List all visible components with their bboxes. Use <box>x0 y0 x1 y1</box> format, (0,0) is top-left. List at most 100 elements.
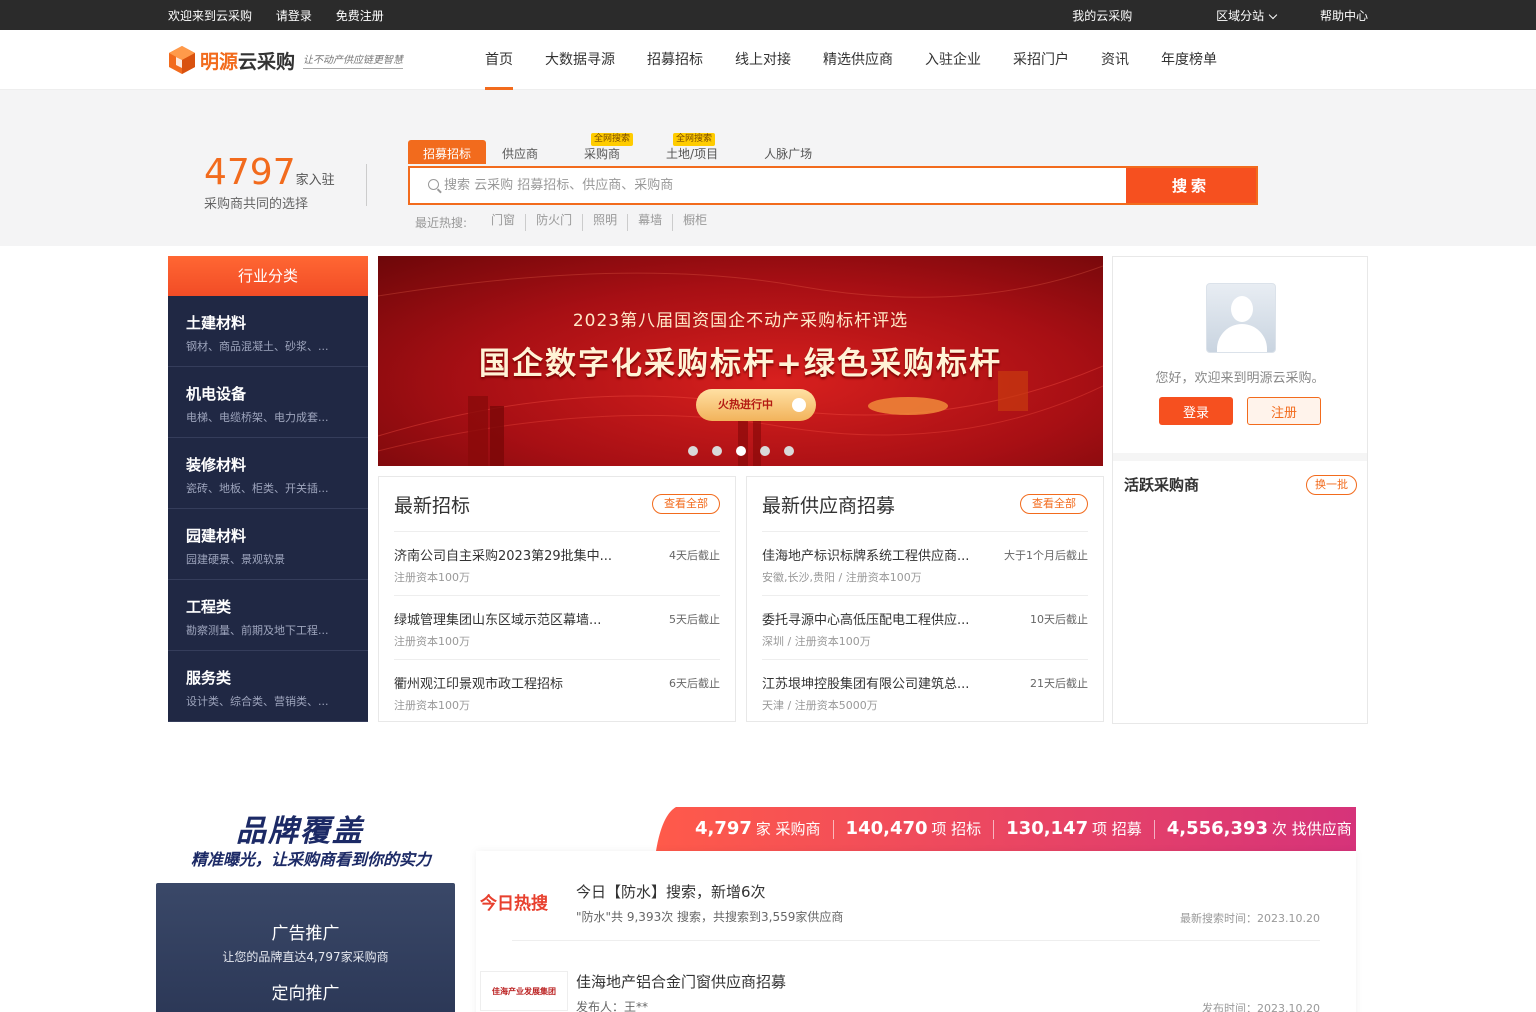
nav-item[interactable]: 大数据寻源 <box>545 30 615 90</box>
list-item[interactable]: 衢州观江印景观市政工程招标 注册资本100万 6天后截止 <box>394 660 720 724</box>
category-title: 工程类 <box>186 598 232 616</box>
search-tab[interactable]: 采购商 全网搜索 <box>569 133 635 164</box>
carousel-dot[interactable] <box>783 446 794 456</box>
region-label: 区域分站 <box>1216 8 1265 23</box>
region-dropdown[interactable]: 区域分站 <box>1176 7 1278 24</box>
latest-tenders-panel: 最新招标 查看全部 济南公司自主采购2023第29批集中... 注册资本100万 4… <box>378 476 736 722</box>
search-tab-label: 土地/项目 <box>666 147 719 161</box>
ad-promo-card[interactable]: 广告推广 让您的品牌直达4,797家采购商 定向推广 <box>156 883 455 1012</box>
carousel-dot[interactable] <box>711 446 722 456</box>
item-title: 江苏垠坤控股集团有限公司建筑总... <box>762 677 970 692</box>
hot-search-link[interactable]: 照明 <box>583 214 629 231</box>
ad-promo-subtitle: 让您的品牌直达4,797家采购商 <box>222 950 389 964</box>
item-sub: 注册资本100万 <box>394 635 470 648</box>
login-button[interactable]: 登录 <box>1159 397 1233 425</box>
search-tab[interactable]: 招募招标 <box>408 140 487 164</box>
search-icon <box>428 179 439 190</box>
view-all-tenders-button[interactable]: 查看全部 <box>652 494 720 514</box>
feed-desc: "防水"共 9,393次 搜索，共搜索到3,559家供应商 <box>576 910 844 924</box>
help-link[interactable]: 帮助中心 <box>1320 7 1368 24</box>
activity-feed: 今日热搜 今日【防水】搜索，新增6次 "防水"共 9,393次 搜索，共搜索到3… <box>476 851 1356 1012</box>
item-sub: 天津 / 注册资本5000万 <box>762 699 878 712</box>
nav-item[interactable]: 线上对接 <box>735 30 791 90</box>
hot-searches: 最近热搜: 门窗 防火门 照明 幕墙 橱柜 <box>415 214 717 231</box>
item-deadline: 21天后截止 <box>1030 677 1088 690</box>
list-item[interactable]: 江苏垠坤控股集团有限公司建筑总... 天津 / 注册资本5000万 21天后截止 <box>762 660 1088 724</box>
my-account-link[interactable]: 我的云采购 <box>1072 7 1132 24</box>
hot-search-link[interactable]: 幕墙 <box>628 214 674 231</box>
register-button[interactable]: 注册 <box>1247 397 1321 425</box>
list-item[interactable]: 绿城管理集团山东区域示范区幕墙... 注册资本100万 5天后截止 <box>394 596 720 660</box>
item-sub: 安徽,长沙,贵阳 / 注册资本100万 <box>762 571 922 584</box>
item-title: 佳海地产标识标牌系统工程供应商... <box>762 549 970 564</box>
category-item[interactable]: 装修材料瓷砖、地板、柜类、开关插... <box>168 438 368 509</box>
main-row: 行业分类 土建材料 钢材、商品混凝土、砂浆、... 机电设备 电梯、电缆桥架、电力成套… <box>168 256 1368 724</box>
banner-subtitle: 2023第八届国资国企不动产采购标杆评选 <box>572 311 909 331</box>
search-tab-label: 招募招标 <box>423 147 472 161</box>
stat-item: 4,556,393 次 找供应商 <box>1155 817 1364 839</box>
nav-item[interactable]: 招募招标 <box>647 30 703 90</box>
register-link[interactable]: 免费注册 <box>336 7 384 24</box>
category-desc: 设计类、综合类、营销类、... <box>186 695 329 708</box>
login-link[interactable]: 请登录 <box>276 7 312 24</box>
ad-promo-title: 广告推广 <box>271 924 340 944</box>
refresh-batch-button[interactable]: 换一批 <box>1306 475 1357 495</box>
view-all-suppliers-button[interactable]: 查看全部 <box>1020 494 1088 514</box>
top-bar: 欢迎来到云采购 请登录 免费注册 我的云采购 区域分站 帮助中心 <box>0 0 1536 30</box>
carousel-dot[interactable] <box>759 446 770 456</box>
item-title: 绿城管理集团山东区域示范区幕墙... <box>394 613 602 628</box>
divider <box>1113 453 1367 461</box>
stat-item: 140,470 项 招标 <box>834 819 995 839</box>
category-item[interactable]: 机电设备 电梯、电缆桥架、电力成套... <box>168 367 368 438</box>
logo-cube-icon <box>169 46 195 74</box>
nav-item[interactable]: 资讯 <box>1101 30 1129 90</box>
category-item[interactable]: 园建材料 园建硬景、景观软景 <box>168 509 368 580</box>
nav-item[interactable]: 年度榜单 <box>1161 30 1217 90</box>
category-item[interactable]: 土建材料 钢材、商品混凝土、砂浆、... <box>168 296 368 367</box>
search-tab[interactable]: 土地/项目 全网搜索 <box>651 133 733 164</box>
tab-badge: 全网搜索 <box>673 133 716 146</box>
category-title: 装修材料 <box>186 456 247 474</box>
list-item[interactable]: 济南公司自主采购2023第29批集中... 注册资本100万 4天后截止 <box>394 532 720 596</box>
hot-search-link[interactable]: 防火门 <box>526 214 584 231</box>
stat-number: 130,147 <box>1006 817 1089 839</box>
list-item[interactable]: 佳海地产标识标牌系统工程供应商... 安徽,长沙,贵阳 / 注册资本100万 大于1… <box>762 532 1088 596</box>
carousel-dots <box>378 446 1103 456</box>
hot-search-link[interactable]: 橱柜 <box>673 214 717 231</box>
hot-search-link[interactable]: 门窗 <box>481 214 527 231</box>
category-item[interactable]: 服务类 设计类、综合类、营销类、... <box>168 651 368 722</box>
search-tab[interactable]: 供应商 <box>487 140 553 164</box>
search-tab-label: 人脉广场 <box>764 147 813 161</box>
feed-desc: 发布人：王** <box>576 1000 649 1012</box>
stat-divider <box>366 164 367 206</box>
stat-unit: 项 招标 <box>931 819 982 838</box>
category-title: 机电设备 <box>186 385 247 403</box>
nav-item[interactable]: 入驻企业 <box>925 30 981 90</box>
search-area: 4797家入驻 采购商共同的选择 招募招标 供应商 采购商 全网搜索 土地/项目 全网搜索… <box>0 90 1536 246</box>
search-tab[interactable]: 人脉广场 <box>749 140 827 164</box>
promo-banner[interactable]: 2023第八届国资国企不动产采购标杆评选 国企数字化采购标杆+绿色采购标杆 火热… <box>378 256 1103 466</box>
feed-time: 最新搜索时间：2023.10.20 <box>1180 912 1320 925</box>
banner-cta-button[interactable]: 火热进行中 <box>696 389 816 421</box>
carousel-dot[interactable] <box>735 446 746 456</box>
buyer-stat-sub: 采购商共同的选择 <box>204 197 309 212</box>
logo[interactable]: 明源云采购 让不动产供应链更智慧 <box>168 45 485 75</box>
category-desc: 瓷砖、地板、柜类、开关插... <box>186 482 329 495</box>
nav-item[interactable]: 采招门户 <box>1013 30 1069 90</box>
buyer-count-unit: 家入驻 <box>295 173 335 188</box>
carousel-dot[interactable] <box>687 446 698 456</box>
nav-item[interactable]: 首页 <box>485 30 513 90</box>
category-item[interactable]: 工程类 勘察测量、前期及地下工程... <box>168 580 368 651</box>
nav-item[interactable]: 精选供应商 <box>823 30 893 90</box>
item-deadline: 5天后截止 <box>669 613 720 626</box>
list-item[interactable]: 委托寻源中心高低压配电工程供应... 深圳 / 注册资本100万 10天后截止 <box>762 596 1088 660</box>
feed-time: 发布时间：2023.10.20 <box>1202 1002 1320 1012</box>
search-input[interactable] <box>410 168 1126 203</box>
user-card: 您好，欢迎来到明源云采购。 登录 注册 活跃采购商 换一批 <box>1112 256 1368 724</box>
banner-title: 国企数字化采购标杆+绿色采购标杆 <box>479 346 1002 382</box>
arrow-right-icon <box>792 398 806 412</box>
stat-number: 4,556,393 <box>1166 817 1269 839</box>
search-button[interactable]: 搜索 <box>1126 168 1256 203</box>
item-deadline: 6天后截止 <box>669 677 720 690</box>
header: 明源云采购 让不动产供应链更智慧 首页 大数据寻源 招募招标 线上对接 精选供应商 入驻企… <box>0 30 1536 90</box>
